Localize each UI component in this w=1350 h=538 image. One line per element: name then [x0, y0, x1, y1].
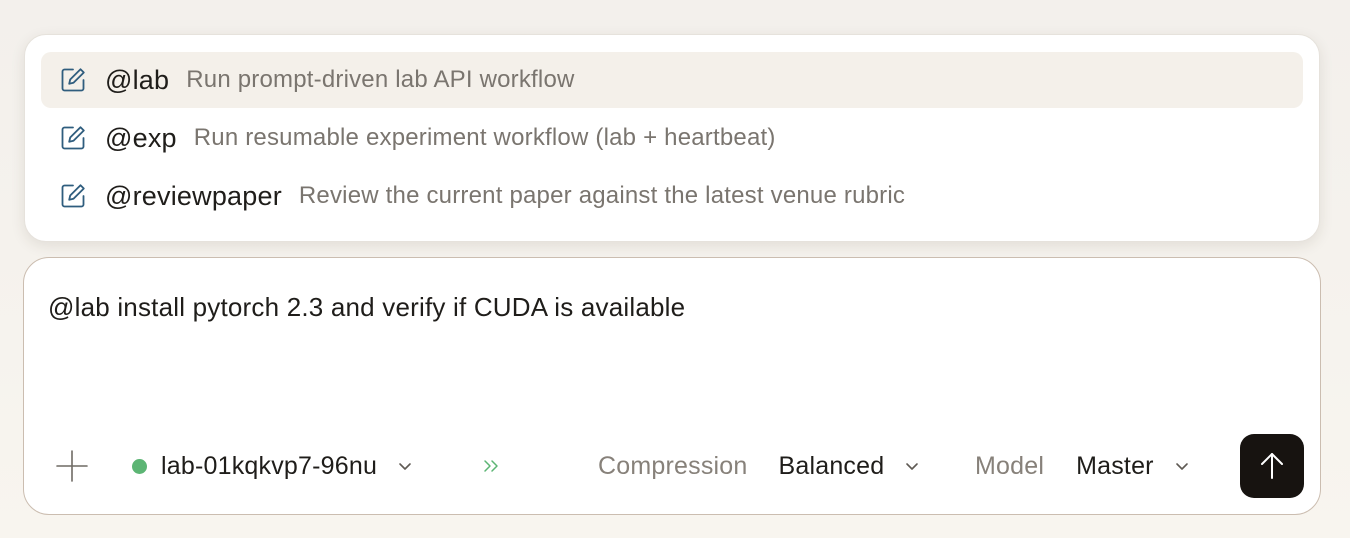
send-button[interactable] — [1240, 434, 1304, 498]
chevron-down-icon — [1174, 458, 1190, 474]
prompt-composer: @lab install pytorch 2.3 and verify if C… — [23, 257, 1321, 515]
model-setting: Model Master — [975, 446, 1190, 486]
compression-dropdown[interactable]: Balanced — [778, 452, 920, 481]
compression-label: Compression — [598, 451, 748, 480]
suggestion-command: @exp — [105, 122, 177, 153]
compression-value: Balanced — [778, 451, 885, 480]
suggestion-description: Run resumable experiment workflow (lab +… — [193, 124, 776, 151]
model-value: Master — [1076, 451, 1154, 480]
composer-toolbar: lab-01kqkvp7-96nu Compression Balanced M… — [24, 434, 1320, 498]
command-suggestions: @lab Run prompt-driven lab API workflow … — [24, 34, 1320, 242]
chevron-down-icon — [397, 458, 413, 474]
add-attachment-button[interactable] — [56, 450, 88, 482]
status-dot — [132, 458, 147, 474]
chevron-down-icon — [904, 458, 920, 474]
suggestion-description: Run prompt-driven lab API workflow — [186, 66, 575, 93]
compression-setting: Compression Balanced — [598, 446, 920, 486]
edit-icon — [59, 124, 87, 152]
suggestion-lab[interactable]: @lab Run prompt-driven lab API workflow — [41, 52, 1303, 108]
edit-icon — [59, 182, 87, 210]
prompt-input[interactable]: @lab install pytorch 2.3 and verify if C… — [48, 292, 685, 323]
suggestion-command: @reviewpaper — [105, 180, 282, 211]
plus-icon — [56, 450, 88, 482]
suggestion-command: @lab — [105, 64, 170, 95]
environment-selector[interactable]: lab-01kqkvp7-96nu — [132, 446, 413, 486]
arrow-up-icon — [1261, 453, 1283, 479]
suggestion-reviewpaper[interactable]: @reviewpaper Review the current paper ag… — [41, 168, 1303, 224]
model-dropdown[interactable]: Master — [1076, 452, 1190, 481]
suggestion-exp[interactable]: @exp Run resumable experiment workflow (… — [41, 110, 1303, 166]
model-label: Model — [975, 451, 1045, 480]
edit-icon — [59, 66, 87, 94]
environment-label: lab-01kqkvp7-96nu — [161, 451, 378, 480]
suggestion-description: Review the current paper against the lat… — [298, 182, 906, 209]
double-chevron-right-icon[interactable] — [480, 454, 506, 478]
